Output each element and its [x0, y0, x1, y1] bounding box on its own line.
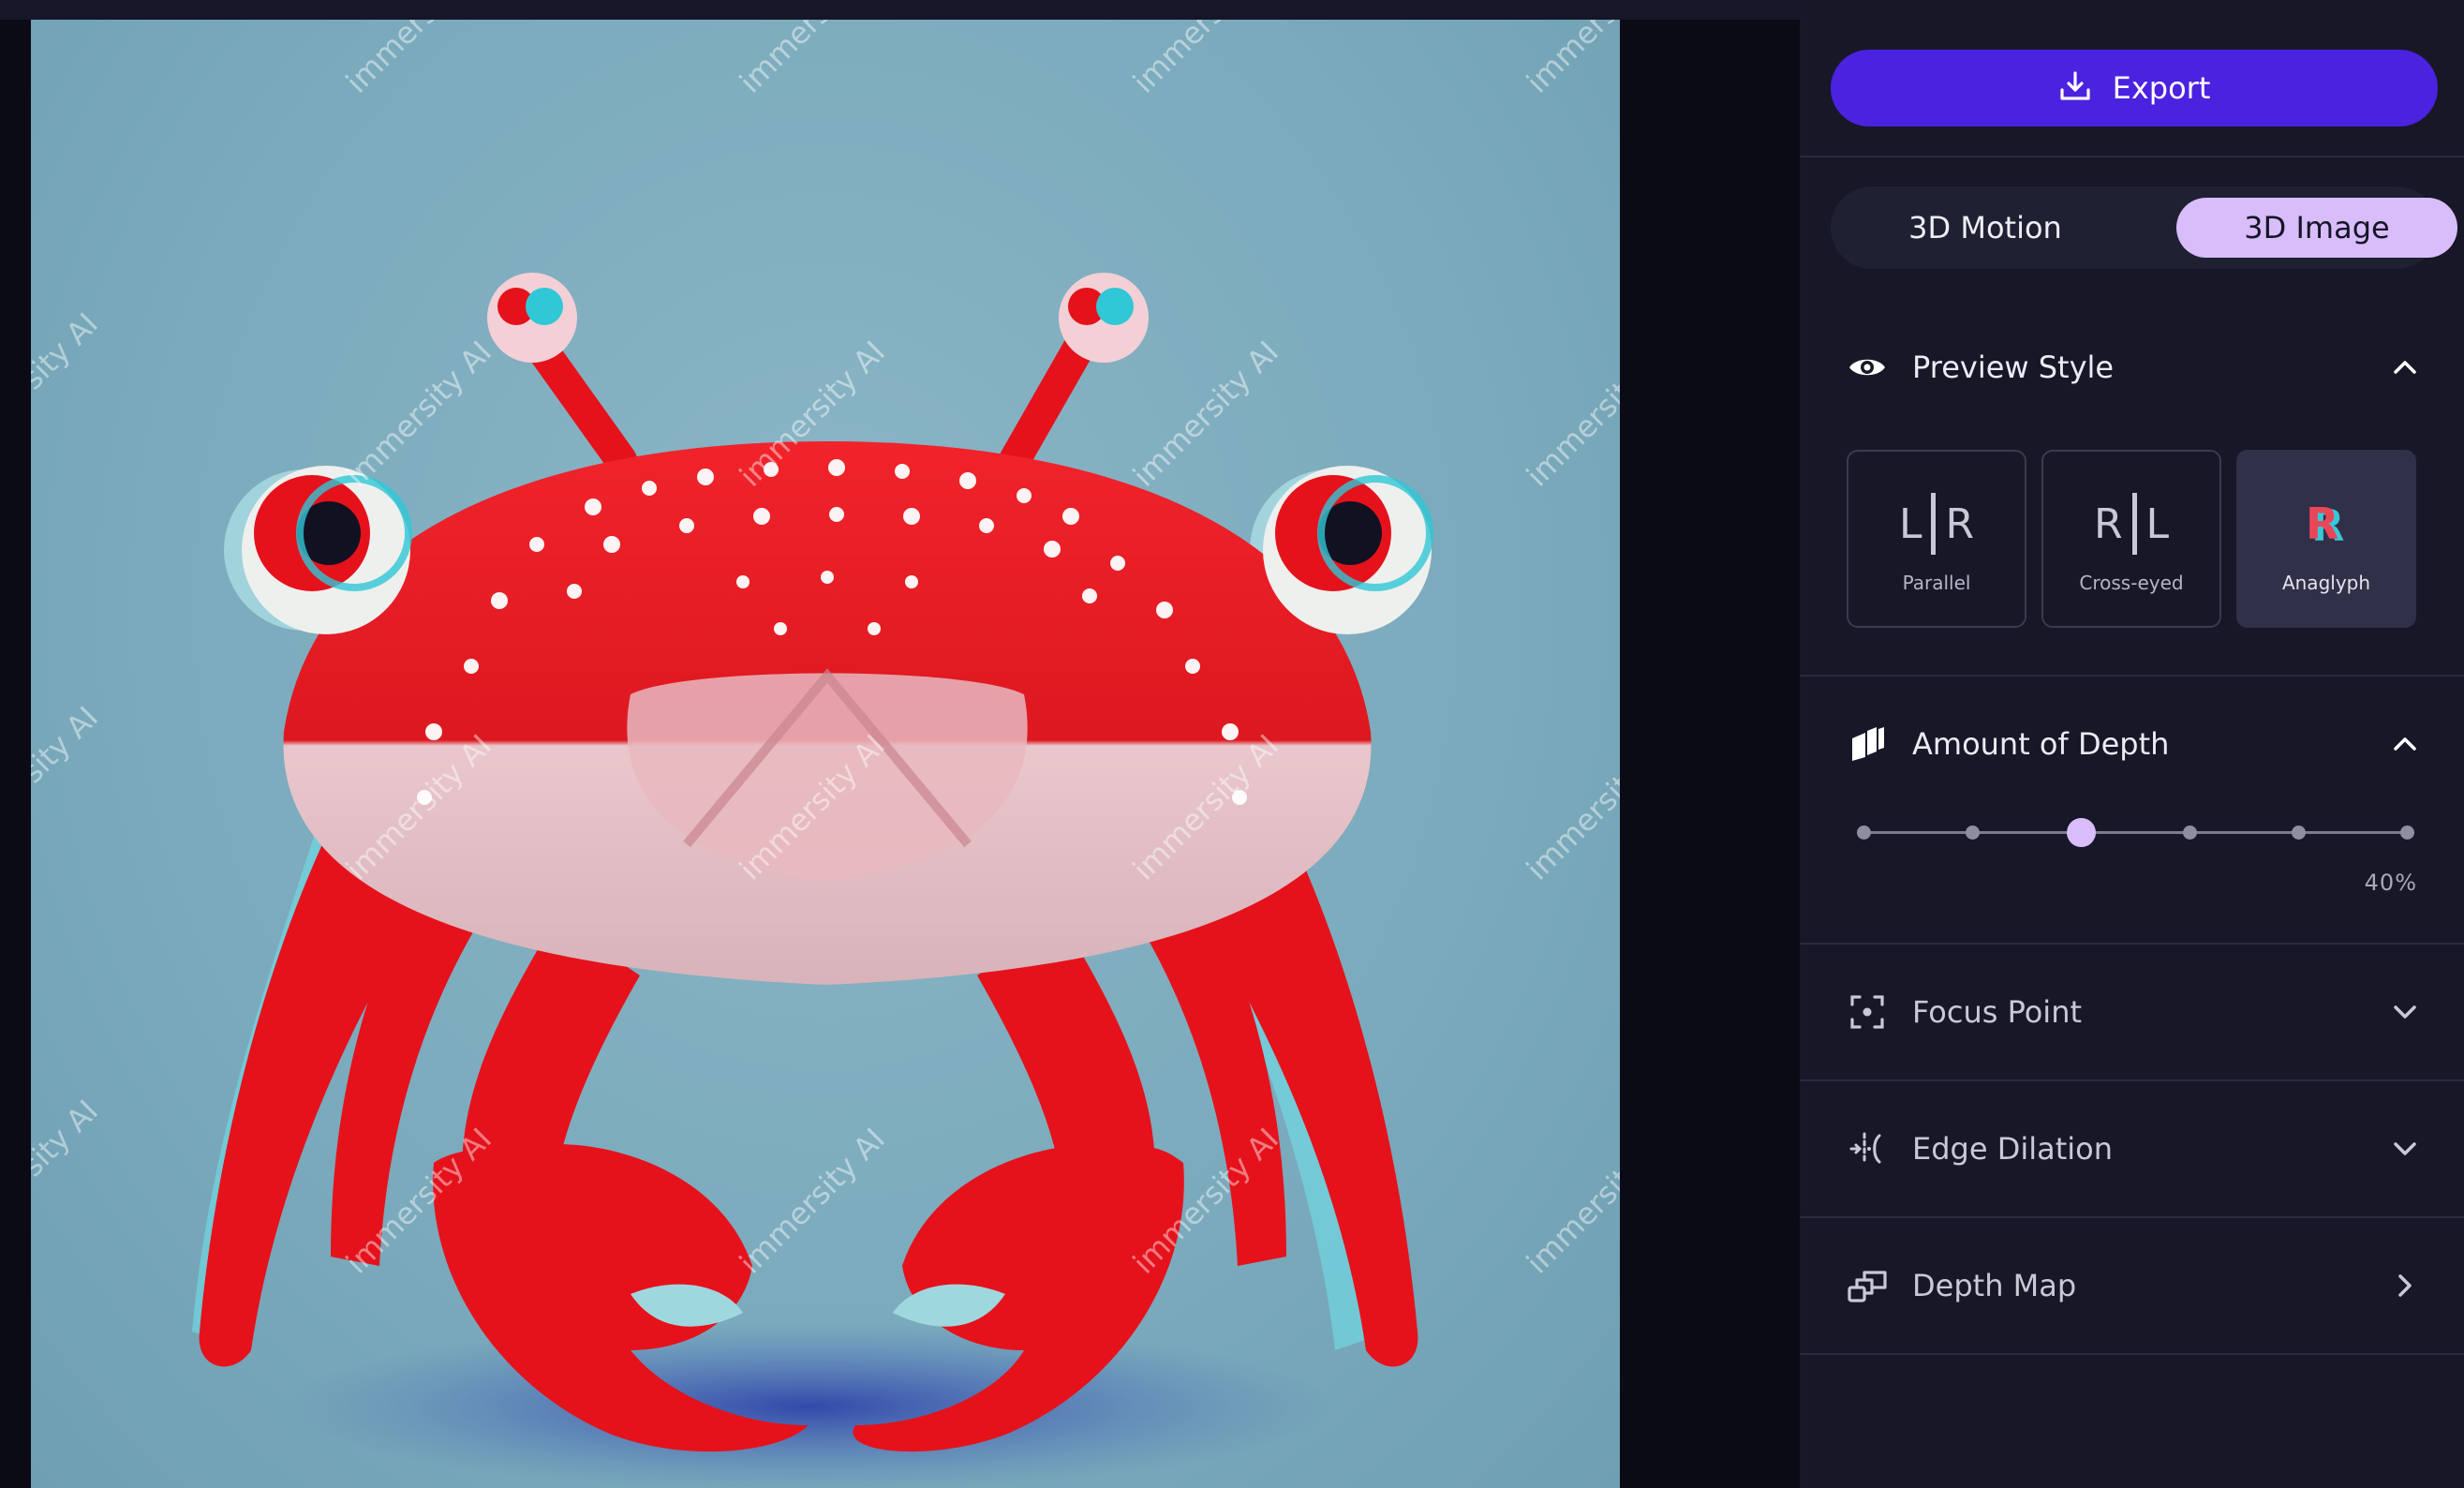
divider — [1800, 943, 2464, 945]
edge-dilation-header[interactable]: Edge Dilation — [1800, 1121, 2464, 1177]
style-option-label: Parallel — [1902, 572, 1971, 594]
divider — [1800, 675, 2464, 677]
chevron-down-icon[interactable] — [2389, 1133, 2421, 1165]
eye-icon — [1847, 347, 1888, 388]
export-label: Export — [2112, 70, 2211, 106]
canvas-area: immersity AI immersity AI immersity AI i… — [0, 20, 1800, 1488]
crab-illustration: immersity AI immersity AI immersity AI i… — [31, 20, 1620, 1488]
amount-of-depth-title: Amount of Depth — [1912, 726, 2170, 762]
style-option-anaglyph[interactable]: R R Anaglyph — [2236, 450, 2416, 628]
focus-point-title: Focus Point — [1912, 994, 2083, 1030]
preview-style-header[interactable]: Preview Style — [1800, 339, 2464, 395]
anaglyph-preview-image[interactable]: immersity AI immersity AI immersity AI i… — [31, 20, 1620, 1488]
export-button[interactable]: Export — [1831, 50, 2438, 126]
style-option-cross-eyed[interactable]: R L Cross-eyed — [2041, 450, 2221, 628]
mode-toggle: 3D Motion 3D Image — [1831, 186, 2457, 269]
watermark: immersity AI — [339, 20, 498, 100]
watermark: immersity AI — [31, 1094, 105, 1253]
slider-tick — [2400, 826, 2414, 840]
divider — [1800, 1216, 2464, 1218]
chevron-down-icon[interactable] — [2389, 996, 2421, 1028]
amount-of-depth-header[interactable]: Amount of Depth — [1800, 716, 2464, 772]
preview-style-title: Preview Style — [1912, 350, 2115, 385]
slider-thumb[interactable] — [2067, 818, 2096, 847]
divider — [1800, 1353, 2464, 1355]
watermark: immersity AI — [733, 1122, 892, 1281]
settings-panel: Export 3D Motion 3D Image Preview Style … — [1800, 0, 2464, 1488]
depth-map-header[interactable]: Depth Map — [1800, 1257, 2464, 1314]
watermark: immersity AI — [31, 306, 105, 466]
watermark: immersity AI — [31, 700, 105, 859]
depth-value: 40% — [2364, 870, 2417, 896]
depth-layers-icon — [1847, 723, 1888, 765]
tab-3d-motion[interactable]: 3D Motion — [1842, 198, 2129, 258]
divider — [1800, 156, 2464, 157]
focus-point-icon — [1847, 991, 1888, 1033]
top-bar — [0, 0, 1800, 20]
focus-point-header[interactable]: Focus Point — [1800, 984, 2464, 1040]
parallel-icon: L R — [1899, 493, 1974, 555]
watermark: immersity AI — [1126, 20, 1285, 100]
download-icon — [2058, 69, 2092, 107]
slider-tick — [2183, 826, 2197, 840]
chevron-up-icon[interactable] — [2389, 351, 2421, 383]
chevron-right-icon[interactable] — [2389, 1270, 2421, 1302]
slider-tick — [1857, 826, 1871, 840]
edge-dilation-icon — [1847, 1128, 1888, 1169]
watermark: immersity AI — [1520, 20, 1620, 100]
slider-tick — [2292, 826, 2306, 840]
watermark: immersity AI — [1520, 1122, 1620, 1281]
watermark: immersity AI — [1520, 335, 1620, 494]
preview-style-options: L R Parallel R L Cross-eyed R R Anaglyph — [1847, 450, 2427, 630]
slider-tick — [1966, 826, 1980, 840]
divider — [1800, 1079, 2464, 1081]
depth-slider[interactable] — [1854, 813, 2416, 851]
watermark: immersity AI — [733, 20, 892, 100]
tab-3d-image[interactable]: 3D Image — [2176, 198, 2457, 258]
slider-track — [1863, 831, 2407, 834]
chevron-up-icon[interactable] — [2389, 728, 2421, 760]
style-option-parallel[interactable]: L R Parallel — [1847, 450, 2026, 628]
watermark: immersity AI — [1126, 335, 1285, 494]
cross-eyed-icon: R L — [2094, 493, 2169, 555]
watermark: immersity AI — [339, 335, 498, 494]
style-option-label: Cross-eyed — [2079, 572, 2184, 594]
depth-map-icon — [1847, 1265, 1888, 1306]
edge-dilation-title: Edge Dilation — [1912, 1131, 2114, 1167]
anaglyph-icon: R R — [2306, 498, 2345, 551]
style-option-label: Anaglyph — [2281, 572, 2371, 594]
watermark: immersity AI — [1520, 728, 1620, 887]
depth-map-title: Depth Map — [1912, 1268, 2077, 1303]
